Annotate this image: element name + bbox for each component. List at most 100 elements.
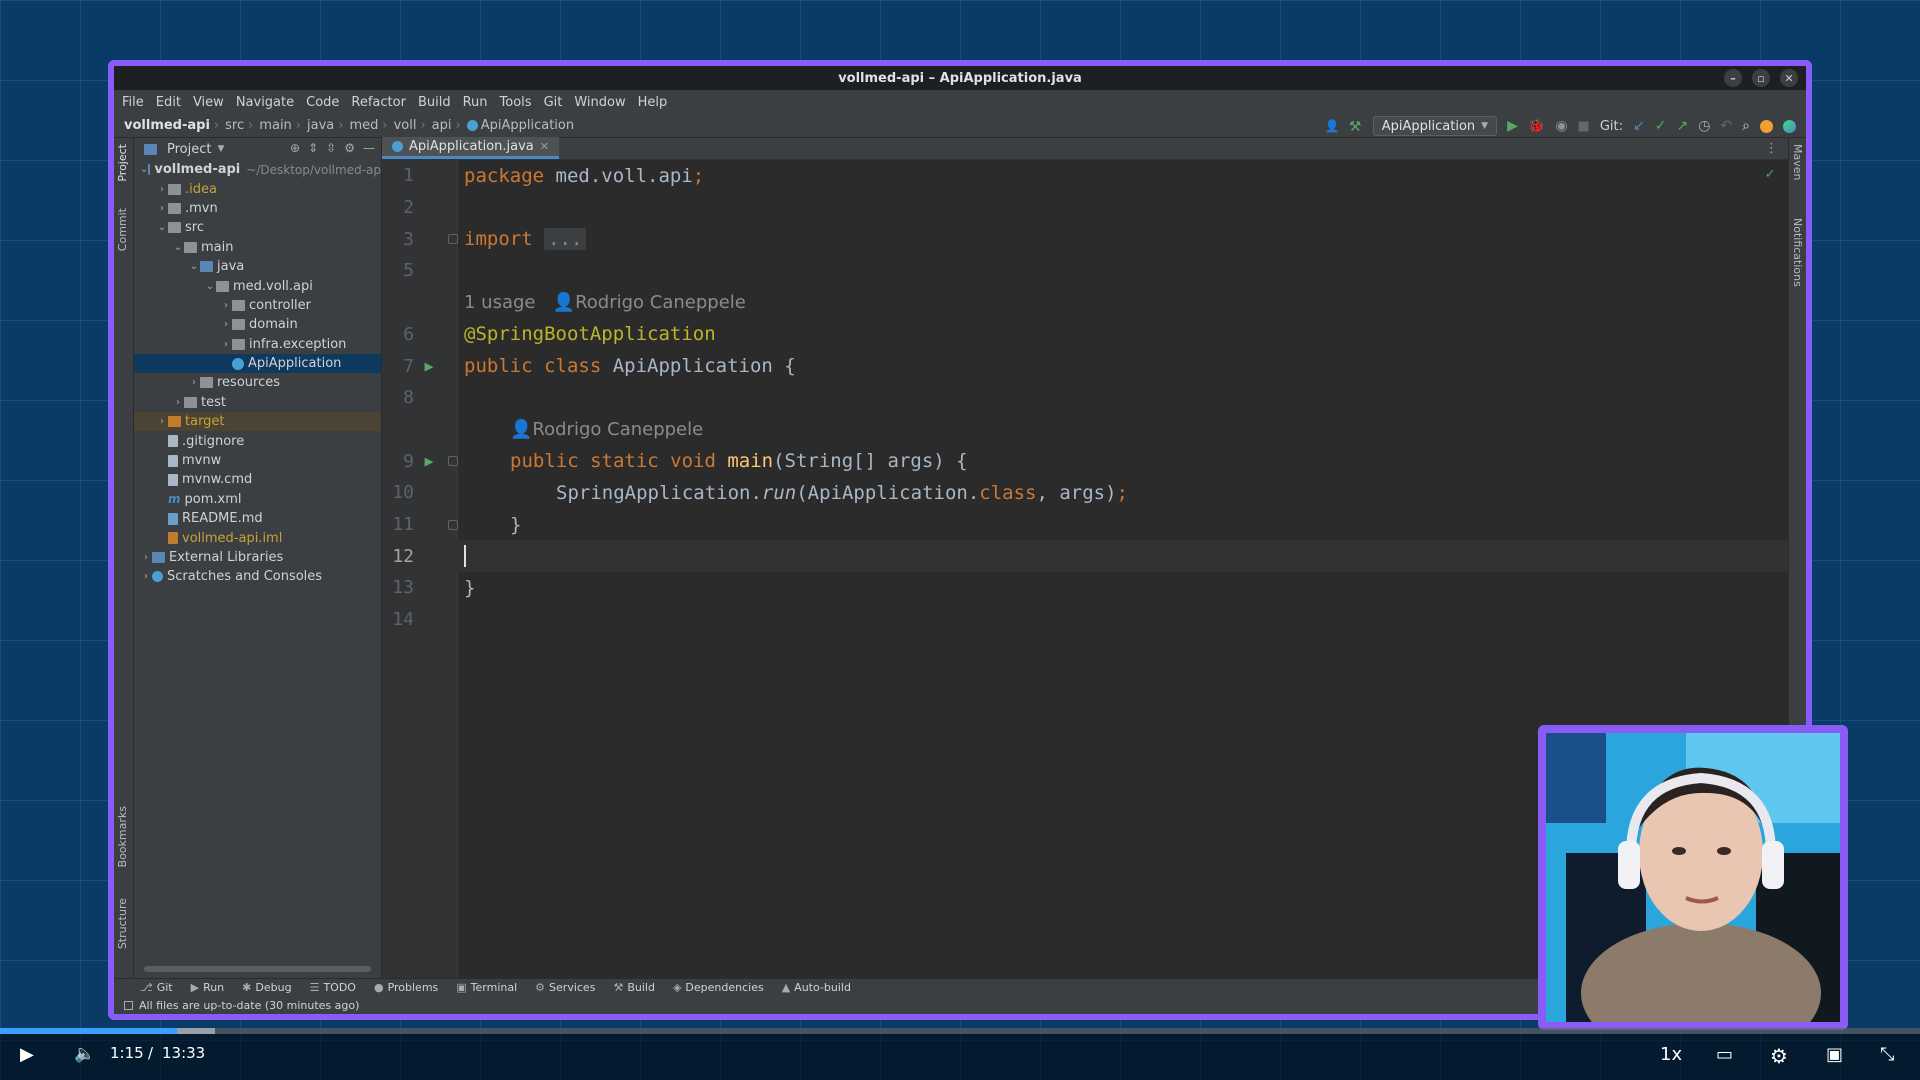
- chevron-down-icon[interactable]: ⌄: [140, 164, 148, 175]
- debug-icon[interactable]: 🐞: [1528, 118, 1545, 134]
- chevron-down-icon[interactable]: ⌄: [172, 242, 184, 253]
- menu-view[interactable]: View: [193, 95, 224, 110]
- breadcrumb-class[interactable]: ApiApplication: [481, 118, 574, 133]
- tree-item-package[interactable]: ⌄ med.voll.api: [134, 276, 381, 295]
- commit-tool-tab[interactable]: Commit: [116, 208, 129, 251]
- tool-tab-dependencies[interactable]: ◈ Dependencies: [673, 981, 764, 994]
- tree-item-idea[interactable]: › .idea: [134, 179, 381, 198]
- tree-item-java[interactable]: ⌄ java: [134, 257, 381, 276]
- git-update-icon[interactable]: ↙: [1633, 118, 1645, 134]
- run-gutter-icon[interactable]: ▶: [422, 452, 436, 470]
- search-icon[interactable]: ⌕: [1742, 118, 1750, 134]
- tree-item-domain[interactable]: › domain: [134, 315, 381, 334]
- tool-tab-debug[interactable]: ✱ Debug: [242, 981, 291, 994]
- chevron-right-icon[interactable]: ›: [156, 184, 168, 195]
- chevron-right-icon[interactable]: ›: [188, 377, 200, 388]
- maven-tool-tab[interactable]: Maven: [1791, 144, 1804, 180]
- tree-item-scratches[interactable]: › Scratches and Consoles: [134, 567, 381, 586]
- breadcrumb-src[interactable]: src: [225, 118, 244, 133]
- build-hammer-icon[interactable]: ⚒: [1349, 119, 1363, 135]
- menu-navigate[interactable]: Navigate: [236, 95, 294, 110]
- tool-tab-todo[interactable]: ☰ TODO: [310, 981, 356, 994]
- playback-speed-button[interactable]: 1x: [1660, 1044, 1682, 1065]
- coverage-icon[interactable]: ◉: [1555, 118, 1567, 134]
- tool-tab-services[interactable]: ⚙ Services: [535, 981, 595, 994]
- update-icon[interactable]: [1760, 119, 1773, 133]
- menu-window[interactable]: Window: [574, 95, 625, 110]
- structure-tool-tab[interactable]: Structure: [116, 898, 129, 949]
- tree-item-target[interactable]: › target: [134, 412, 381, 432]
- close-icon[interactable]: ✕: [540, 140, 549, 153]
- chevron-right-icon[interactable]: ›: [140, 571, 152, 582]
- chevron-down-icon[interactable]: ⌄: [188, 261, 200, 272]
- chevron-right-icon[interactable]: ›: [220, 339, 232, 350]
- menu-edit[interactable]: Edit: [156, 95, 181, 110]
- project-tool-tab[interactable]: Project: [116, 144, 129, 182]
- tree-item-vollmed-api[interactable]: ⌄ vollmed-api ~/Desktop/vollmed-ap: [134, 160, 381, 179]
- chevron-right-icon[interactable]: ›: [156, 203, 168, 214]
- settings-gear-icon[interactable]: ⚙: [1770, 1044, 1788, 1068]
- rollback-icon[interactable]: ↶: [1720, 118, 1732, 134]
- locate-icon[interactable]: ⊕: [290, 141, 300, 155]
- chevron-right-icon[interactable]: ›: [172, 397, 184, 408]
- fold-icon[interactable]: [448, 519, 458, 530]
- chevron-down-icon[interactable]: ▼: [217, 144, 224, 154]
- menu-tools[interactable]: Tools: [500, 95, 532, 110]
- tab-apiapplication[interactable]: ApiApplication.java ✕: [382, 137, 559, 159]
- tool-tab-build[interactable]: ⚒ Build: [613, 981, 655, 994]
- author-hint[interactable]: Rodrigo Caneppele: [532, 419, 703, 440]
- breadcrumb-voll[interactable]: voll: [394, 118, 417, 133]
- horizontal-scrollbar[interactable]: [144, 966, 371, 972]
- miniplayer-icon[interactable]: ▣: [1826, 1044, 1843, 1065]
- tree-item-external-libraries[interactable]: › External Libraries: [134, 548, 381, 567]
- breadcrumb-java[interactable]: java: [307, 118, 334, 133]
- project-panel-title[interactable]: Project: [167, 142, 211, 157]
- menu-refactor[interactable]: Refactor: [351, 95, 406, 110]
- git-push-icon[interactable]: ↗: [1676, 118, 1688, 134]
- breadcrumb-api[interactable]: api: [432, 118, 452, 133]
- stop-icon[interactable]: ■: [1578, 119, 1590, 134]
- menu-help[interactable]: Help: [638, 95, 668, 110]
- run-configuration-select[interactable]: ApiApplication ▼: [1372, 116, 1498, 136]
- chevron-right-icon[interactable]: ›: [156, 416, 168, 427]
- breadcrumb-project[interactable]: vollmed-api: [124, 118, 210, 133]
- tree-item-controller[interactable]: › controller: [134, 296, 381, 315]
- tool-tab-run[interactable]: ▶ Run: [191, 981, 225, 994]
- more-icon[interactable]: ⋮: [1765, 141, 1778, 156]
- tree-item-test[interactable]: › test: [134, 393, 381, 412]
- breadcrumb-main[interactable]: main: [259, 118, 291, 133]
- breadcrumb-med[interactable]: med: [349, 118, 378, 133]
- progress-bar[interactable]: [0, 1028, 1920, 1034]
- tree-item-mvnw[interactable]: mvnw: [134, 451, 381, 470]
- status-square-icon[interactable]: [124, 1000, 133, 1010]
- minimize-button[interactable]: –: [1724, 69, 1742, 87]
- user-icon[interactable]: 👤: [1325, 119, 1340, 133]
- expand-all-icon[interactable]: ⇕: [308, 141, 318, 155]
- run-icon[interactable]: ▶: [1507, 118, 1518, 134]
- menu-build[interactable]: Build: [418, 95, 451, 110]
- tree-item-gitignore[interactable]: .gitignore: [134, 431, 381, 450]
- jetbrains-logo-icon[interactable]: [1783, 119, 1796, 133]
- tree-item-apiapplication[interactable]: ApiApplication: [134, 353, 381, 374]
- bookmarks-tool-tab[interactable]: Bookmarks: [116, 806, 129, 867]
- tree-item-main[interactable]: ⌄ main: [134, 238, 381, 257]
- tree-item-infra-exception[interactable]: › infra.exception: [134, 335, 381, 354]
- close-button[interactable]: ✕: [1780, 69, 1798, 87]
- tree-item-iml[interactable]: vollmed-api.iml: [134, 528, 381, 547]
- tree-item-mvn[interactable]: › .mvn: [134, 199, 381, 218]
- menu-run[interactable]: Run: [463, 95, 488, 110]
- play-button[interactable]: ▶: [20, 1044, 34, 1065]
- tree-item-pom[interactable]: m pom.xml: [134, 490, 381, 509]
- chevron-down-icon[interactable]: ⌄: [156, 222, 168, 233]
- fold-icon[interactable]: [448, 234, 458, 245]
- maximize-button[interactable]: ▫: [1752, 69, 1770, 87]
- chevron-right-icon[interactable]: ›: [220, 300, 232, 311]
- tool-tab-problems[interactable]: ● Problems: [374, 981, 438, 994]
- fold-icon[interactable]: [448, 456, 458, 467]
- chevron-right-icon[interactable]: ›: [220, 319, 232, 330]
- volume-button[interactable]: 🔈: [74, 1044, 95, 1064]
- author-hint[interactable]: Rodrigo Caneppele: [575, 292, 746, 313]
- tree-item-src[interactable]: ⌄ src: [134, 218, 381, 237]
- chevron-down-icon[interactable]: ⌄: [204, 281, 216, 292]
- tool-tab-terminal[interactable]: ▣ Terminal: [456, 981, 517, 994]
